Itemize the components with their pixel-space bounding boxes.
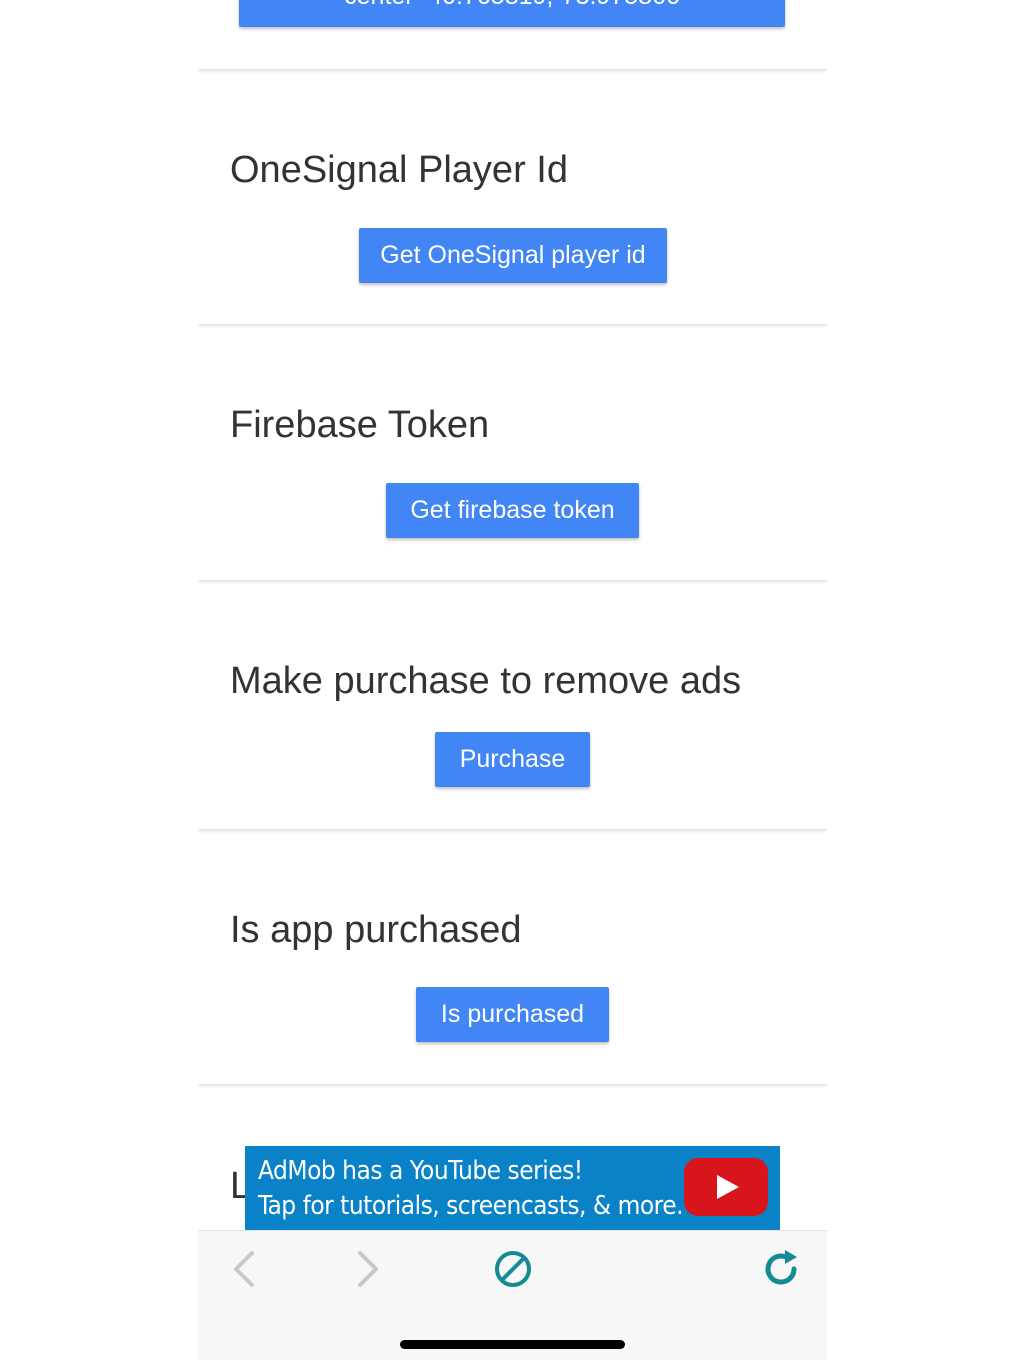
stop-button[interactable]: [489, 1245, 537, 1293]
onesignal-card: OneSignal Player Id Get OneSignal player…: [198, 119, 827, 324]
is-purchased-title: Is app purchased: [230, 909, 522, 951]
chevron-right-icon: [358, 1251, 378, 1287]
firebase-card: Firebase Token Get firebase token: [198, 375, 827, 580]
chevron-left-icon: [234, 1251, 254, 1287]
map-center-button[interactable]: center=40.765819,-73.975866: [239, 0, 785, 27]
stop-icon: [495, 1251, 531, 1287]
back-button[interactable]: [220, 1245, 268, 1293]
reload-button[interactable]: [759, 1245, 807, 1293]
youtube-play-icon: [684, 1158, 768, 1216]
get-onesignal-id-button[interactable]: Get OneSignal player id: [359, 228, 667, 283]
get-firebase-token-button[interactable]: Get firebase token: [386, 483, 639, 538]
purchase-button[interactable]: Purchase: [435, 732, 590, 787]
map-center-card: center=40.765819,-73.975866: [198, 0, 827, 69]
map-center-button-label: center=40.765819,-73.975866: [344, 0, 680, 11]
purchase-title: Make purchase to remove ads: [230, 660, 742, 702]
browser-toolbar: [198, 1230, 827, 1360]
onesignal-title: OneSignal Player Id: [230, 149, 568, 191]
is-purchased-card: Is app purchased Is purchased: [198, 880, 827, 1084]
firebase-title: Firebase Token: [230, 404, 490, 446]
is-purchased-button[interactable]: Is purchased: [416, 987, 609, 1042]
forward-button[interactable]: [344, 1245, 392, 1293]
home-indicator: [400, 1340, 625, 1349]
webview-content: center=40.765819,-73.975866 OneSignal Pl…: [198, 0, 827, 1360]
admob-banner[interactable]: AdMob has a YouTube series! Tap for tuto…: [245, 1146, 780, 1230]
play-triangle: [717, 1175, 739, 1199]
reload-icon: [765, 1250, 797, 1285]
purchase-card: Make purchase to remove ads Purchase: [198, 631, 827, 829]
ad-line-2: Tap for tutorials, screencasts, & more.: [258, 1191, 684, 1221]
ad-line-1: AdMob has a YouTube series!: [258, 1156, 583, 1186]
